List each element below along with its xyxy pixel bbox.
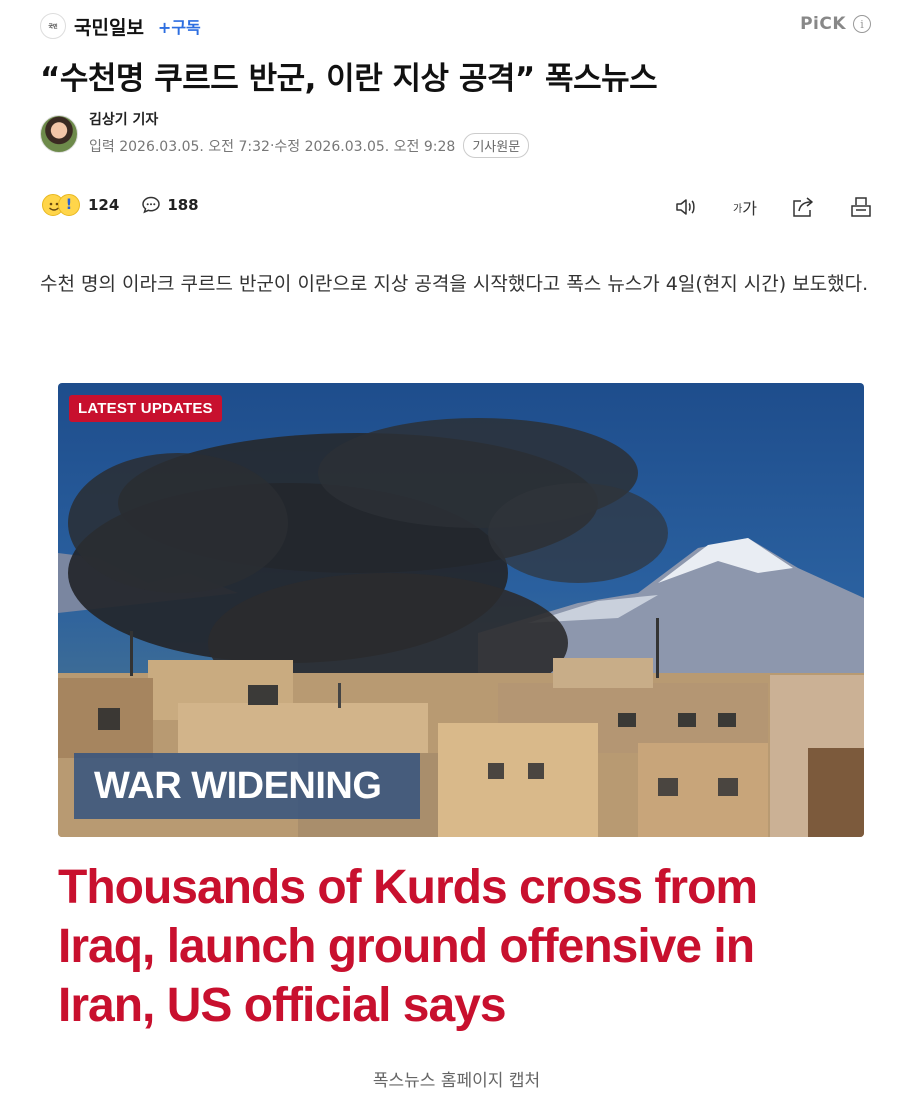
article-lead: 수천 명의 이라크 쿠르드 반군이 이란으로 지상 공격을 시작했다고 폭스 뉴… (40, 273, 869, 295)
press-logo-mark: 국민 (48, 23, 58, 30)
latest-updates-badge: LATEST UPDATES (69, 395, 222, 422)
pick-badge: PiCK i (800, 14, 871, 34)
reporter-avatar[interactable] (40, 114, 78, 153)
info-icon[interactable]: i (853, 15, 871, 33)
font-size-button[interactable]: 가가 (733, 195, 757, 219)
article-tools: 가가 (675, 195, 873, 219)
article-dates: 입력 2026.03.05. 오전 7:32 · 수정 2026.03.05. 오전… (89, 133, 530, 158)
byline: 김상기 기자 입력 2026.03.05. 오전 7:32 · 수정 2026.03… (40, 109, 530, 158)
subscribe-button[interactable]: +구독 (158, 14, 201, 38)
reaction-bar: ! 124 188 (42, 193, 199, 217)
pick-label: PiCK (800, 14, 846, 34)
article-headline: “수천명 쿠르드 반군, 이란 지상 공격” 폭스뉴스 (40, 61, 658, 97)
image-caption: 폭스뉴스 홈페이지 캡처 (372, 1071, 541, 1091)
reporter-name[interactable]: 김상기 기자 (89, 109, 529, 129)
published-label: 입력 (89, 138, 115, 155)
font-size-large-label: 가 (742, 199, 757, 218)
share-icon[interactable] (791, 195, 815, 219)
published-time: 2026.03.05. 오전 7:32 (119, 138, 270, 155)
modified-time: 2026.03.05. 오전 9:28 (304, 138, 456, 155)
comment-count[interactable]: 188 (167, 196, 198, 214)
article-photo[interactable]: LATEST UPDATES WAR WIDENING (58, 383, 864, 837)
fox-headline: Thousands of Kurds cross from Iraq, laun… (58, 861, 758, 1032)
war-widening-text: WAR WIDENING (94, 764, 382, 807)
press-logo[interactable]: 국민 (40, 13, 66, 39)
war-widening-banner: WAR WIDENING (74, 753, 420, 819)
comment-icon[interactable] (141, 195, 161, 215)
tts-speaker-icon[interactable] (675, 195, 699, 219)
modified-label: 수정 (274, 138, 301, 155)
original-article-button[interactable]: 기사원문 (463, 133, 530, 158)
press-name[interactable]: 국민일보 (74, 13, 144, 40)
print-icon[interactable] (849, 195, 873, 219)
reaction-count: 124 (88, 196, 120, 214)
surprised-emoji-icon: ! (58, 194, 80, 216)
reaction-button[interactable]: ! (42, 193, 82, 217)
press-header: 국민 국민일보 +구독 (40, 12, 201, 40)
font-size-small-label: 가 (733, 203, 743, 215)
